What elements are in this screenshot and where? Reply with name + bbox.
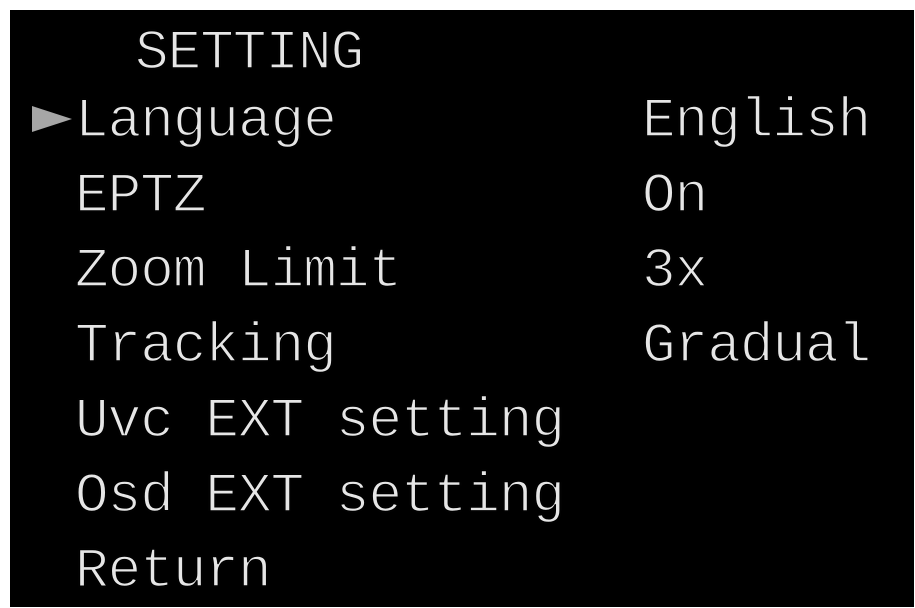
menu-item-label: Tracking xyxy=(74,313,337,379)
menu-item-value: 3x xyxy=(641,238,709,304)
menu-item-tracking[interactable]: Tracking Gradual xyxy=(10,310,914,382)
menu-item-language[interactable]: Language English xyxy=(10,85,914,157)
selection-cursor-icon xyxy=(32,106,72,132)
menu-item-label: Osd EXT setting xyxy=(74,463,566,529)
menu-item-value: Gradual xyxy=(641,313,872,379)
menu-item-return[interactable]: Return xyxy=(10,535,914,607)
menu-item-uvc-ext-setting[interactable]: Uvc EXT setting xyxy=(10,385,914,457)
menu-item-value: On xyxy=(641,163,709,229)
menu-title: SETTING xyxy=(134,21,365,85)
menu-item-value: English xyxy=(641,88,872,154)
osd-settings-menu: SETTING Language English EPTZ On Zoom Li… xyxy=(10,10,914,607)
menu-item-label: Return xyxy=(74,538,272,604)
menu-item-eptz[interactable]: EPTZ On xyxy=(10,160,914,232)
menu-item-label: EPTZ xyxy=(74,163,207,229)
menu-item-label: Zoom Limit xyxy=(74,238,403,304)
menu-item-osd-ext-setting[interactable]: Osd EXT setting xyxy=(10,460,914,532)
menu-item-label: Uvc EXT setting xyxy=(74,388,566,454)
menu-item-zoom-limit[interactable]: Zoom Limit 3x xyxy=(10,235,914,307)
menu-item-label: Language xyxy=(74,88,337,154)
